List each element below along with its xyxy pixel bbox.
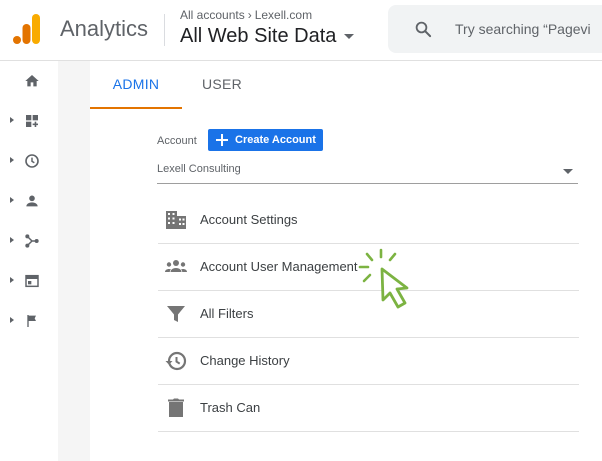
menu-label: Trash Can (200, 400, 261, 415)
menu-label: Change History (200, 353, 290, 368)
menu-account-settings[interactable]: Account Settings (158, 197, 579, 244)
create-account-label: Create Account (235, 134, 316, 146)
main-area: ADMIN USER Account Create Account Lexell… (58, 61, 602, 461)
plus-icon (216, 134, 228, 146)
create-account-button[interactable]: Create Account (208, 129, 323, 151)
menu-label: All Filters (200, 306, 254, 321)
expand-arrow-icon (10, 317, 14, 323)
search-icon (415, 21, 432, 38)
expand-arrow-icon (10, 117, 14, 123)
breadcrumb-account[interactable]: Lexell.com (255, 8, 312, 22)
building-icon (166, 211, 186, 229)
nav-audience[interactable] (0, 186, 58, 216)
filter-icon (167, 306, 185, 322)
account-selected-value: Lexell Consulting (157, 163, 241, 175)
clock-icon (25, 154, 39, 168)
expand-arrow-icon (10, 157, 14, 163)
flag-icon (27, 315, 36, 327)
nav-home[interactable] (0, 66, 58, 96)
admin-panel: Account Create Account Lexell Consulting (90, 109, 602, 461)
tab-admin[interactable]: ADMIN (90, 61, 182, 109)
view-name: All Web Site Data (180, 25, 337, 47)
expand-arrow-icon (10, 277, 14, 283)
nav-customization[interactable] (0, 106, 58, 136)
expand-arrow-icon (10, 197, 14, 203)
chevron-right-icon: › (247, 8, 252, 22)
search-bar[interactable]: Try searching “Pagevi (388, 5, 602, 53)
nav-conversions[interactable] (0, 306, 58, 336)
nav-behavior[interactable] (0, 266, 58, 296)
tab-user[interactable]: USER (182, 61, 262, 107)
account-menu: Account Settings Account User Management… (158, 197, 579, 432)
search-input[interactable]: Try searching “Pagevi (455, 21, 591, 37)
people-icon (165, 260, 187, 272)
dropdown-caret-icon (563, 169, 573, 174)
menu-label: Account User Management (200, 259, 358, 274)
menu-trash-can[interactable]: Trash Can (158, 385, 579, 432)
behavior-icon (25, 274, 39, 288)
account-selector[interactable]: Lexell Consulting (157, 163, 578, 184)
nav-realtime[interactable] (0, 146, 58, 176)
breadcrumb-all-accounts[interactable]: All accounts (180, 8, 245, 22)
click-cursor-icon (358, 248, 409, 309)
acquisition-icon (25, 234, 39, 248)
nav-acquisition[interactable] (0, 226, 58, 256)
left-nav (0, 61, 58, 461)
home-icon (25, 75, 39, 87)
breadcrumb[interactable]: All accounts › Lexell.com (180, 8, 312, 22)
analytics-logo-icon[interactable] (13, 14, 41, 44)
menu-label: Account Settings (200, 212, 298, 227)
history-icon (165, 351, 187, 371)
app-title: Analytics (60, 16, 149, 41)
tab-bar: ADMIN USER (90, 61, 602, 109)
person-icon (26, 195, 38, 207)
dashboard-icon (26, 115, 38, 127)
expand-arrow-icon (10, 237, 14, 243)
header-divider (164, 14, 165, 46)
top-header: Analytics All accounts › Lexell.com All We… (0, 0, 602, 61)
view-selector[interactable]: All Web Site Data (180, 25, 355, 48)
account-label: Account (157, 135, 197, 147)
menu-change-history[interactable]: Change History (158, 338, 579, 385)
dropdown-caret-icon (344, 34, 355, 40)
trash-icon (168, 398, 184, 417)
